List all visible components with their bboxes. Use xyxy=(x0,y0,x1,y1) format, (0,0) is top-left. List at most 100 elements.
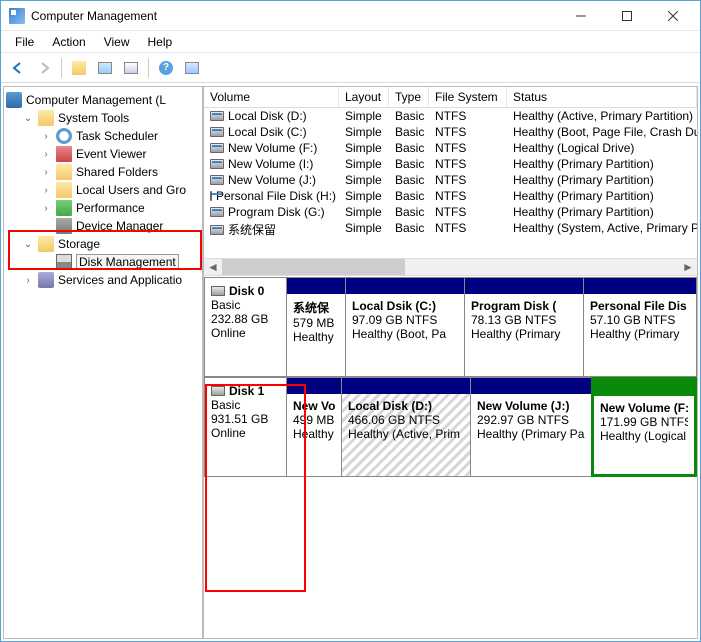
volume-name: Personal File Disk (H:) xyxy=(216,189,336,203)
partition[interactable]: Local Disk (D:)466.06 GB NTFSHealthy (Ac… xyxy=(341,377,471,477)
forward-button[interactable] xyxy=(33,57,55,79)
partition-size: 579 MB xyxy=(293,316,339,330)
partition[interactable]: Local Dsik (C:)97.09 GB NTFSHealthy (Boo… xyxy=(345,277,465,377)
tree-local-users[interactable]: ›Local Users and Gro xyxy=(4,181,202,199)
tree-event-viewer[interactable]: ›Event Viewer xyxy=(4,145,202,163)
tree-system-tools[interactable]: ⌄System Tools xyxy=(4,109,202,127)
toolbar-btn-4[interactable] xyxy=(181,57,203,79)
chevron-down-icon[interactable]: ⌄ xyxy=(22,239,34,250)
tree-task-scheduler[interactable]: ›Task Scheduler xyxy=(4,127,202,145)
partition[interactable]: Program Disk (78.13 GB NTFSHealthy (Prim… xyxy=(464,277,584,377)
partition-status: Healthy (Primary xyxy=(471,327,577,341)
close-button[interactable] xyxy=(650,2,696,30)
chevron-right-icon[interactable]: › xyxy=(22,275,34,286)
tree-root[interactable]: Computer Management (L xyxy=(4,91,202,109)
partition-size: 499 MB xyxy=(293,413,335,427)
scroll-thumb[interactable] xyxy=(222,259,405,275)
partition-bar xyxy=(584,278,696,294)
table-row[interactable]: Local Dsik (C:)SimpleBasicNTFSHealthy (B… xyxy=(204,124,697,140)
partition[interactable]: New Volume (J:)292.97 GB NTFSHealthy (Pr… xyxy=(470,377,592,477)
folder-icon xyxy=(56,164,72,180)
menu-view[interactable]: View xyxy=(96,33,138,51)
header-volume[interactable]: Volume xyxy=(204,87,339,107)
scroll-track[interactable] xyxy=(222,259,679,275)
disk-info[interactable]: Disk 0Basic232.88 GBOnline xyxy=(204,277,287,377)
volume-status: Healthy (Primary Partition) xyxy=(507,173,697,187)
users-icon xyxy=(56,182,72,198)
disk-state: Online xyxy=(211,326,280,340)
back-button[interactable] xyxy=(7,57,29,79)
partition-bar xyxy=(287,378,341,394)
chevron-right-icon[interactable]: › xyxy=(40,131,52,142)
partition-size: 97.09 GB NTFS xyxy=(352,313,458,327)
volume-type: Basic xyxy=(389,189,429,203)
tree-storage[interactable]: ⌄Storage xyxy=(4,235,202,253)
chevron-right-icon[interactable]: › xyxy=(40,203,52,214)
disk-info[interactable]: Disk 1Basic931.51 GBOnline xyxy=(204,377,287,477)
disk-icon xyxy=(211,286,225,296)
volume-layout: Simple xyxy=(339,173,389,187)
storage-icon xyxy=(38,236,54,252)
scroll-left-icon[interactable]: ◄ xyxy=(204,259,222,275)
tree-performance[interactable]: ›Performance xyxy=(4,199,202,217)
table-row[interactable]: New Volume (I:)SimpleBasicNTFSHealthy (P… xyxy=(204,156,697,172)
table-row[interactable]: New Volume (J:)SimpleBasicNTFSHealthy (P… xyxy=(204,172,697,188)
volume-table-header[interactable]: Volume Layout Type File System Status xyxy=(204,87,697,108)
disk-size: 931.51 GB xyxy=(211,412,280,426)
disk-kind: Basic xyxy=(211,298,280,312)
table-row[interactable]: New Volume (F:)SimpleBasicNTFSHealthy (L… xyxy=(204,140,697,156)
scroll-right-icon[interactable]: ► xyxy=(679,259,697,275)
toolbar-btn-1[interactable] xyxy=(68,57,90,79)
tree-device-manager[interactable]: Device Manager xyxy=(4,217,202,235)
volume-table-body[interactable]: Local Disk (D:)SimpleBasicNTFSHealthy (A… xyxy=(204,108,697,258)
volume-layout: Simple xyxy=(339,141,389,155)
help-button[interactable]: ? xyxy=(155,57,177,79)
header-layout[interactable]: Layout xyxy=(339,87,389,107)
table-row[interactable]: Local Disk (D:)SimpleBasicNTFSHealthy (A… xyxy=(204,108,697,124)
tree-services[interactable]: ›Services and Applicatio xyxy=(4,271,202,289)
table-row[interactable]: Program Disk (G:)SimpleBasicNTFSHealthy … xyxy=(204,204,697,220)
tree-pane[interactable]: Computer Management (L ⌄System Tools ›Ta… xyxy=(3,86,203,639)
chevron-right-icon[interactable]: › xyxy=(40,167,52,178)
volume-status: Healthy (Primary Partition) xyxy=(507,189,697,203)
volume-icon xyxy=(210,191,212,201)
menu-help[interactable]: Help xyxy=(140,33,181,51)
volume-fs: NTFS xyxy=(429,173,507,187)
toolbar-separator xyxy=(148,58,149,78)
disk-graphical-area[interactable]: Disk 0Basic232.88 GBOnline系统保579 MBHealt… xyxy=(204,276,697,638)
menu-file[interactable]: File xyxy=(7,33,42,51)
partition[interactable]: 系统保579 MBHealthy xyxy=(286,277,346,377)
volume-name: 系统保留 xyxy=(228,221,276,238)
volume-type: Basic xyxy=(389,125,429,139)
partition-title: 系统保 xyxy=(293,299,339,316)
chevron-right-icon[interactable]: › xyxy=(40,149,52,160)
partition[interactable]: New Volume (F:)171.99 GB NTFSHealthy (Lo… xyxy=(591,377,697,477)
chevron-down-icon[interactable]: ⌄ xyxy=(22,113,34,124)
minimize-button[interactable] xyxy=(558,2,604,30)
disk-row[interactable]: Disk 0Basic232.88 GBOnline系统保579 MBHealt… xyxy=(204,277,697,377)
maximize-button[interactable] xyxy=(604,2,650,30)
toolbar-btn-3[interactable] xyxy=(120,57,142,79)
volume-icon xyxy=(210,111,224,121)
partition-status: Healthy (Active, Prim xyxy=(348,427,464,441)
partition[interactable]: Personal File Dis57.10 GB NTFSHealthy (P… xyxy=(583,277,697,377)
disk-partitions: New Vo499 MBHealthyLocal Disk (D:)466.06… xyxy=(287,377,697,477)
horizontal-scrollbar[interactable]: ◄ ► xyxy=(204,258,697,276)
disk-row[interactable]: Disk 1Basic931.51 GBOnlineNew Vo499 MBHe… xyxy=(204,377,697,477)
tree-disk-management[interactable]: Disk Management xyxy=(4,253,202,271)
menu-action[interactable]: Action xyxy=(44,33,93,51)
volume-name: New Volume (F:) xyxy=(228,141,317,155)
volume-type: Basic xyxy=(389,157,429,171)
volume-icon xyxy=(210,175,224,185)
header-status[interactable]: Status xyxy=(507,87,697,107)
partition-size: 466.06 GB NTFS xyxy=(348,413,464,427)
volume-name: Local Disk (D:) xyxy=(228,109,307,123)
header-filesystem[interactable]: File System xyxy=(429,87,507,107)
chevron-right-icon[interactable]: › xyxy=(40,185,52,196)
table-row[interactable]: 系统保留SimpleBasicNTFSHealthy (System, Acti… xyxy=(204,220,697,239)
tree-shared-folders[interactable]: ›Shared Folders xyxy=(4,163,202,181)
toolbar-btn-2[interactable] xyxy=(94,57,116,79)
partition[interactable]: New Vo499 MBHealthy xyxy=(286,377,342,477)
header-type[interactable]: Type xyxy=(389,87,429,107)
table-row[interactable]: Personal File Disk (H:)SimpleBasicNTFSHe… xyxy=(204,188,697,204)
